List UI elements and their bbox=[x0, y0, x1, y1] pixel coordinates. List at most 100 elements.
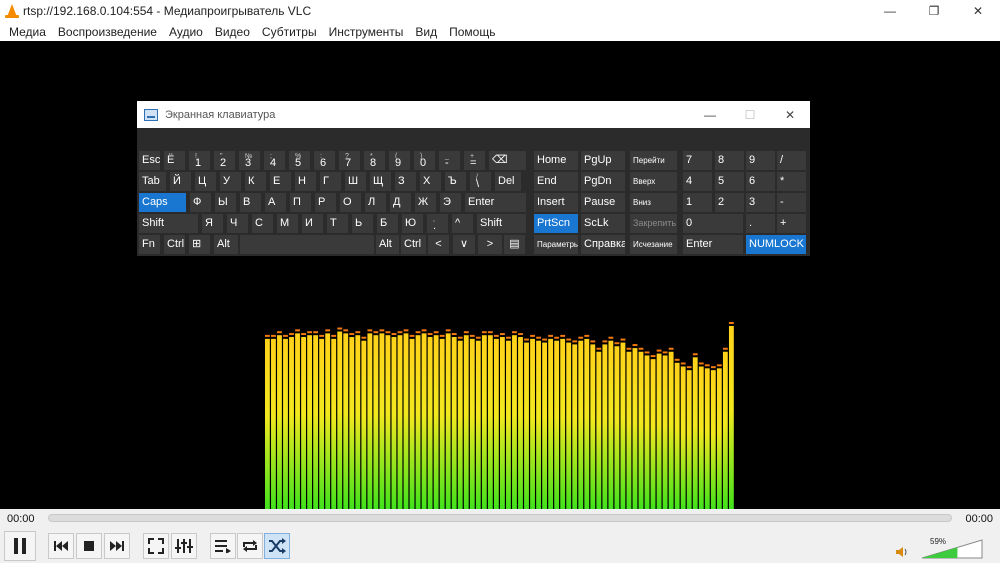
osk-key-row5[interactable]: ▤ bbox=[504, 235, 525, 254]
stop-button[interactable] bbox=[76, 533, 102, 559]
osk-nav-key[interactable]: Pause bbox=[581, 193, 625, 212]
osk-key-row5[interactable]: Alt bbox=[376, 235, 399, 254]
random-button[interactable] bbox=[264, 533, 290, 559]
osk-key-row5[interactable]: Fn bbox=[139, 235, 160, 254]
osk-numpad-key[interactable]: 6 bbox=[746, 172, 775, 191]
osk-key-row2[interactable]: Щ bbox=[370, 172, 391, 191]
osk-key-row5[interactable]: Ctrl bbox=[164, 235, 185, 254]
osk-key-row3[interactable]: П bbox=[290, 193, 311, 212]
menu-video[interactable]: Видео bbox=[209, 25, 256, 39]
osk-key-row1[interactable]: 5% bbox=[289, 151, 310, 170]
osk-key-row4[interactable]: ^ bbox=[452, 214, 473, 233]
menu-view[interactable]: Вид bbox=[409, 25, 443, 39]
osk-numpad-key[interactable]: 4 bbox=[683, 172, 712, 191]
osk-nav-key[interactable]: Исчезание bbox=[630, 235, 677, 254]
osk-numpad-key[interactable]: . bbox=[746, 214, 775, 233]
osk-key-row5[interactable]: < bbox=[428, 235, 449, 254]
menu-audio[interactable]: Аудио bbox=[163, 25, 209, 39]
osk-key-row4[interactable]: Shift bbox=[139, 214, 198, 233]
window-titlebar[interactable]: rtsp://192.168.0.104:554 - Медиапроигрыв… bbox=[0, 0, 1000, 22]
osk-key-row4[interactable]: Ь bbox=[352, 214, 373, 233]
osk-numpad-key[interactable]: 1 bbox=[683, 193, 712, 212]
osk-nav-key[interactable]: End bbox=[534, 172, 578, 191]
osk-key-row2[interactable]: \ / bbox=[470, 172, 491, 191]
seek-slider[interactable] bbox=[48, 514, 952, 522]
osk-key-row5[interactable]: > bbox=[478, 235, 502, 254]
osk-numpad-key[interactable]: 9 bbox=[746, 151, 775, 170]
osk-key-row1[interactable]: 6: bbox=[314, 151, 335, 170]
osk-key-row5[interactable]: Ctrl bbox=[401, 235, 426, 254]
pause-button[interactable] bbox=[4, 531, 36, 561]
menu-help[interactable]: Помощь bbox=[443, 25, 501, 39]
osk-nav-key[interactable]: Вниз bbox=[630, 193, 677, 212]
loop-button[interactable] bbox=[237, 533, 263, 559]
osk-key-row2[interactable]: Н bbox=[295, 172, 316, 191]
osk-numpad-key[interactable]: + bbox=[777, 214, 806, 233]
osk-numpad-key[interactable]: 3 bbox=[746, 193, 775, 212]
osk-key-row5[interactable]: ∨ bbox=[453, 235, 475, 254]
osk-key-row4[interactable]: Ю bbox=[402, 214, 423, 233]
osk-key-row2[interactable]: К bbox=[245, 172, 266, 191]
extended-settings-button[interactable] bbox=[171, 533, 197, 559]
osk-key-row2[interactable]: Tab bbox=[139, 172, 166, 191]
osk-nav-key[interactable]: PgDn bbox=[581, 172, 625, 191]
osk-numpad-key[interactable]: - bbox=[777, 193, 806, 212]
osk-key-row4[interactable]: Я bbox=[202, 214, 223, 233]
volume-slider[interactable] bbox=[921, 539, 983, 559]
osk-key-row4[interactable]: Б bbox=[377, 214, 398, 233]
osk-key-row3[interactable]: А bbox=[265, 193, 286, 212]
osk-key-row4[interactable]: Shift bbox=[477, 214, 526, 233]
osk-key-row2[interactable]: Е bbox=[270, 172, 291, 191]
maximize-button[interactable]: ❐ bbox=[912, 0, 956, 22]
minimize-button[interactable]: — bbox=[868, 0, 912, 22]
osk-key-row1[interactable]: 3 № bbox=[239, 151, 260, 170]
speaker-icon[interactable] bbox=[896, 546, 908, 558]
osk-nav-key[interactable]: PgUp bbox=[581, 151, 625, 170]
osk-key-row2[interactable]: Й bbox=[170, 172, 191, 191]
osk-key-row2[interactable]: У bbox=[220, 172, 241, 191]
osk-key-row2[interactable]: Г bbox=[320, 172, 341, 191]
osk-numpad-key[interactable]: 8 bbox=[715, 151, 744, 170]
osk-minimize-button[interactable]: — bbox=[690, 101, 730, 128]
osk-key-row3[interactable]: О bbox=[340, 193, 361, 212]
osk-key-row3[interactable]: В bbox=[240, 193, 261, 212]
osk-key-row2[interactable]: Х bbox=[420, 172, 441, 191]
osk-key-row1[interactable]: Ё bbox=[164, 151, 185, 170]
previous-button[interactable] bbox=[48, 533, 74, 559]
osk-key-row1[interactable]: - _ bbox=[439, 151, 460, 170]
osk-key-row1[interactable]: = + bbox=[464, 151, 485, 170]
osk-key-row4[interactable]: Т bbox=[327, 214, 348, 233]
osk-key-row4[interactable]: М bbox=[277, 214, 298, 233]
menu-media[interactable]: Медиа bbox=[3, 25, 52, 39]
osk-key-row2[interactable]: З bbox=[395, 172, 416, 191]
osk-key-row1[interactable]: Esc bbox=[139, 151, 160, 170]
osk-nav-key[interactable]: PrtScn bbox=[534, 214, 578, 233]
close-button[interactable]: ✕ bbox=[956, 0, 1000, 22]
osk-nav-key[interactable]: Перейти bbox=[630, 151, 677, 170]
osk-close-button[interactable]: ✕ bbox=[770, 101, 810, 128]
osk-key-row3[interactable]: Ж bbox=[415, 193, 436, 212]
osk-key-row2[interactable]: Ъ bbox=[445, 172, 466, 191]
osk-key-row4[interactable]: И bbox=[302, 214, 323, 233]
osk-key-row1[interactable]: ⌫ bbox=[489, 151, 526, 170]
osk-numlock-key[interactable]: NUMLOCK bbox=[746, 235, 806, 254]
osk-key-row1[interactable]: 7? bbox=[339, 151, 360, 170]
menu-tools[interactable]: Инструменты bbox=[323, 25, 410, 39]
osk-key-row2[interactable]: Ш bbox=[345, 172, 366, 191]
osk-key-row3[interactable]: Э bbox=[440, 193, 461, 212]
menu-playback[interactable]: Воспроизведение bbox=[52, 25, 163, 39]
osk-space-key[interactable] bbox=[240, 235, 374, 254]
osk-key-row3[interactable]: Л bbox=[365, 193, 386, 212]
osk-titlebar[interactable]: Экранная клавиатура — ☐ ✕ bbox=[137, 101, 810, 128]
osk-nav-key[interactable]: Параметры bbox=[534, 235, 578, 254]
osk-nav-key[interactable]: Insert bbox=[534, 193, 578, 212]
osk-numpad-key[interactable]: * bbox=[777, 172, 806, 191]
osk-nav-key[interactable]: Home bbox=[534, 151, 578, 170]
osk-key-row2[interactable]: Del bbox=[495, 172, 521, 191]
osk-key-row3[interactable]: Д bbox=[390, 193, 411, 212]
osk-key-row3[interactable]: Р bbox=[315, 193, 336, 212]
osk-key-row4[interactable]: ., bbox=[427, 214, 448, 233]
osk-key-row5[interactable]: Alt bbox=[214, 235, 238, 254]
osk-key-row4[interactable]: Ч bbox=[227, 214, 248, 233]
osk-key-row1[interactable]: 2 " bbox=[214, 151, 235, 170]
